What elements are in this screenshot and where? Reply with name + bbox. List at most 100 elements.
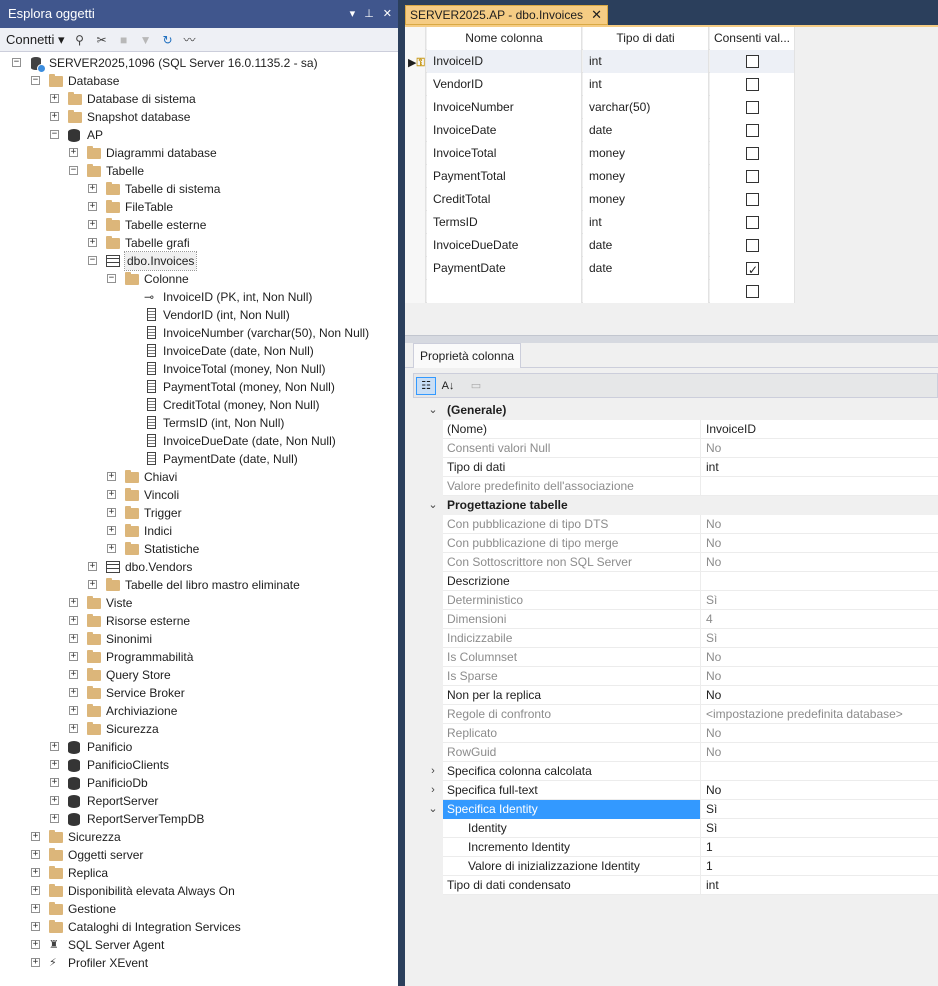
- close-tab-icon[interactable]: ✕: [591, 6, 602, 24]
- tree-node[interactable]: InvoiceNumber (varchar(50), Non Null): [0, 324, 398, 342]
- property-row[interactable]: Identity Sì: [423, 819, 938, 838]
- data-type-cell[interactable]: int: [583, 211, 709, 234]
- refresh-icon[interactable]: ↻: [161, 33, 175, 47]
- tree-node[interactable]: + Risorse esterne: [0, 612, 398, 630]
- allow-nulls-checkbox[interactable]: [746, 101, 759, 114]
- property-value[interactable]: [702, 762, 938, 781]
- collapse-icon[interactable]: ⌄: [423, 800, 443, 819]
- property-row[interactable]: Replicato No: [423, 724, 938, 743]
- expand-icon[interactable]: +: [107, 472, 116, 481]
- categorized-icon[interactable]: ☷: [416, 377, 436, 395]
- allow-nulls-checkbox[interactable]: [746, 216, 759, 229]
- tree-node[interactable]: PaymentTotal (money, Non Null): [0, 378, 398, 396]
- expand-icon[interactable]: +: [31, 850, 40, 859]
- column-name-cell[interactable]: PaymentDate: [427, 257, 582, 280]
- property-category[interactable]: ⌄ Progettazione tabelle: [423, 496, 938, 515]
- expand-icon[interactable]: +: [88, 580, 97, 589]
- collapse-icon[interactable]: −: [12, 58, 21, 67]
- property-value[interactable]: 1: [702, 838, 938, 857]
- expand-icon[interactable]: +: [50, 760, 59, 769]
- tree-node[interactable]: + Disponibilità elevata Always On: [0, 882, 398, 900]
- property-value[interactable]: No: [702, 686, 938, 705]
- column-row[interactable]: InvoiceNumber varchar(50): [405, 96, 795, 119]
- column-row[interactable]: TermsID int: [405, 211, 795, 234]
- property-row[interactable]: Deterministico Sì: [423, 591, 938, 610]
- collapse-icon[interactable]: ⌄: [423, 496, 443, 515]
- tree-node[interactable]: + Trigger: [0, 504, 398, 522]
- allow-nulls-checkbox[interactable]: [746, 124, 759, 137]
- allow-nulls-checkbox[interactable]: [746, 285, 759, 298]
- tree-node[interactable]: + Snapshot database: [0, 108, 398, 126]
- allow-nulls-checkbox[interactable]: [746, 147, 759, 160]
- expand-icon[interactable]: +: [107, 544, 116, 553]
- document-tab[interactable]: SERVER2025.AP - dbo.Invoices ✕: [405, 5, 608, 25]
- tree-node[interactable]: + Viste: [0, 594, 398, 612]
- property-value[interactable]: 1: [702, 857, 938, 876]
- pin-icon[interactable]: ⊥: [364, 0, 374, 28]
- property-row[interactable]: › Specifica full-text No: [423, 781, 938, 800]
- column-name-cell[interactable]: InvoiceNumber: [427, 96, 582, 119]
- allow-nulls-checkbox[interactable]: [746, 193, 759, 206]
- row-selector[interactable]: [405, 142, 426, 165]
- tree-node[interactable]: + FileTable: [0, 198, 398, 216]
- close-icon[interactable]: ✕: [383, 0, 392, 28]
- expand-icon[interactable]: +: [69, 688, 78, 697]
- tree-node[interactable]: − AP: [0, 126, 398, 144]
- tree-node[interactable]: + Diagrammi database: [0, 144, 398, 162]
- column-name-cell[interactable]: TermsID: [427, 211, 582, 234]
- filter-icon[interactable]: ▼: [139, 33, 153, 47]
- column-row[interactable]: PaymentDate date: [405, 257, 795, 281]
- tree-node[interactable]: + Service Broker: [0, 684, 398, 702]
- expand-icon[interactable]: +: [69, 670, 78, 679]
- tree-node[interactable]: + Sicurezza: [0, 720, 398, 738]
- row-selector[interactable]: [405, 234, 426, 257]
- data-type-cell[interactable]: [583, 280, 709, 303]
- expand-icon[interactable]: +: [50, 742, 59, 751]
- expand-icon[interactable]: +: [50, 778, 59, 787]
- data-type-cell[interactable]: money: [583, 188, 709, 211]
- tree-node[interactable]: InvoiceTotal (money, Non Null): [0, 360, 398, 378]
- expand-icon[interactable]: +: [31, 958, 40, 967]
- stop-icon[interactable]: ■: [117, 33, 131, 47]
- column-row[interactable]: PaymentTotal money: [405, 165, 795, 188]
- tree-node[interactable]: + Replica: [0, 864, 398, 882]
- property-value[interactable]: No: [702, 781, 938, 800]
- tree-node[interactable]: ⊸ InvoiceID (PK, int, Non Null): [0, 288, 398, 306]
- column-name-cell[interactable]: VendorID: [427, 73, 582, 96]
- property-row[interactable]: Tipo di dati condensato int: [423, 876, 938, 895]
- property-row[interactable]: Dimensioni 4: [423, 610, 938, 629]
- column-row[interactable]: VendorID int: [405, 73, 795, 96]
- allow-nulls-checkbox[interactable]: [746, 78, 759, 91]
- allow-nulls-checkbox[interactable]: [746, 55, 759, 68]
- tree-node[interactable]: − SERVER2025,1096 (SQL Server 16.0.1135.2…: [0, 54, 398, 73]
- tree-node[interactable]: InvoiceDueDate (date, Non Null): [0, 432, 398, 450]
- data-type-cell[interactable]: int: [583, 73, 709, 96]
- property-value[interactable]: int: [702, 876, 938, 895]
- property-row[interactable]: Con pubblicazione di tipo merge No: [423, 534, 938, 553]
- collapse-icon[interactable]: −: [50, 130, 59, 139]
- data-type-cell[interactable]: date: [583, 234, 709, 257]
- column-name-cell[interactable]: InvoiceDueDate: [427, 234, 582, 257]
- expand-icon[interactable]: +: [107, 490, 116, 499]
- tree-node[interactable]: PaymentDate (date, Null): [0, 450, 398, 468]
- tree-node[interactable]: + Indici: [0, 522, 398, 540]
- expand-icon[interactable]: +: [69, 634, 78, 643]
- data-type-cell[interactable]: money: [583, 142, 709, 165]
- connect-button[interactable]: Connetti ▾: [6, 32, 65, 48]
- row-selector[interactable]: [405, 211, 426, 234]
- column-row[interactable]: InvoiceDate date: [405, 119, 795, 142]
- property-row[interactable]: Tipo di dati int: [423, 458, 938, 477]
- property-row[interactable]: Descrizione: [423, 572, 938, 591]
- property-row[interactable]: Is Sparse No: [423, 667, 938, 686]
- tree-node[interactable]: + ♜ SQL Server Agent: [0, 936, 398, 954]
- expand-icon[interactable]: +: [107, 526, 116, 535]
- data-type-cell[interactable]: int: [583, 50, 709, 73]
- tree-node[interactable]: CreditTotal (money, Non Null): [0, 396, 398, 414]
- allow-nulls-checkbox[interactable]: [746, 239, 759, 252]
- tree-node[interactable]: + Cataloghi di Integration Services: [0, 918, 398, 936]
- tree-node[interactable]: + Sicurezza: [0, 828, 398, 846]
- expand-icon[interactable]: +: [31, 886, 40, 895]
- property-pages-icon[interactable]: ▭: [466, 377, 486, 395]
- tree-node[interactable]: + dbo.Vendors: [0, 558, 398, 576]
- tree-node[interactable]: + Panificio: [0, 738, 398, 756]
